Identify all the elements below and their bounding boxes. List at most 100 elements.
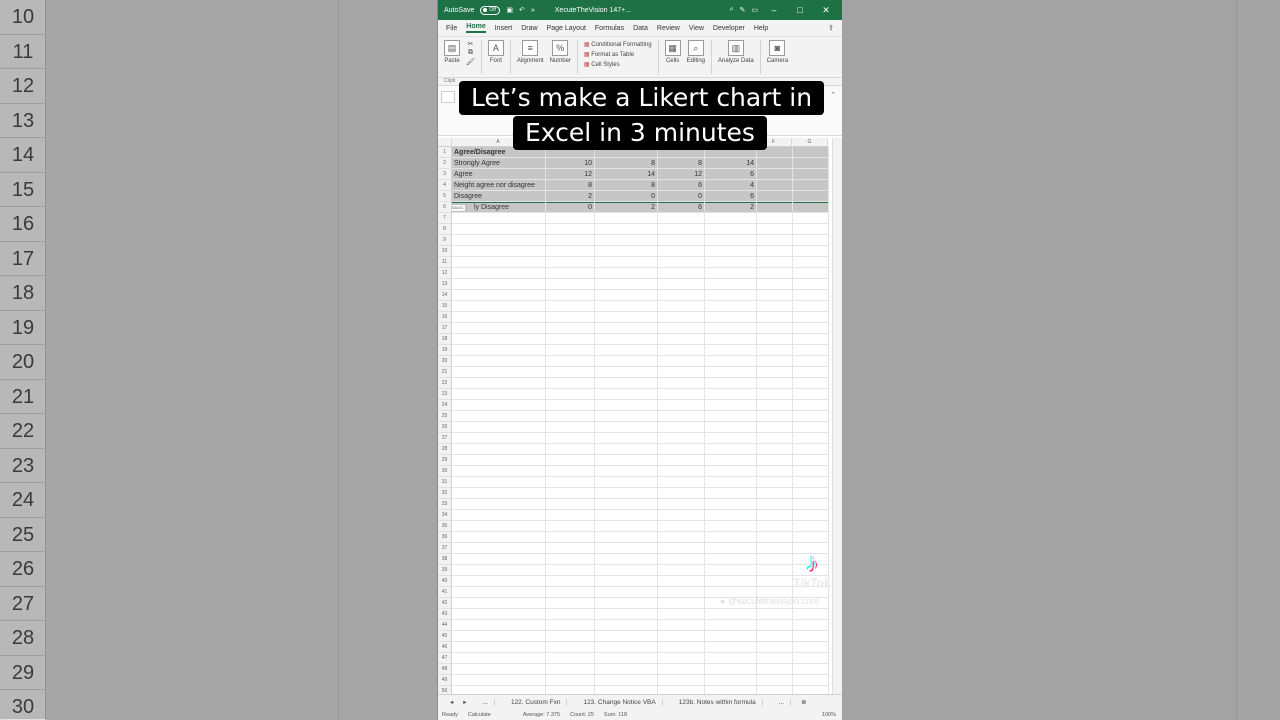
row-header[interactable]: 13 — [438, 279, 452, 290]
row-header[interactable]: 12 — [438, 268, 452, 279]
menu-review[interactable]: Review — [657, 25, 680, 32]
row-header[interactable]: 33 — [438, 499, 452, 510]
row-header[interactable]: 43 — [438, 609, 452, 620]
minimize-icon[interactable]: – — [764, 5, 784, 15]
analyze-data-button[interactable]: ▥ Analyze Data — [718, 40, 754, 64]
value-cell[interactable]: 2 — [545, 191, 594, 202]
value-cell[interactable]: 6 — [704, 169, 756, 180]
row-header[interactable]: 29 — [438, 455, 452, 466]
row-header[interactable]: 10 — [438, 246, 452, 257]
row-header[interactable]: 30 — [438, 466, 452, 477]
row-header[interactable]: 1 — [438, 147, 452, 158]
row-header[interactable]: 48 — [438, 664, 452, 675]
cells-button[interactable]: ▦ Cells — [664, 40, 681, 64]
menu-view[interactable]: View — [689, 25, 704, 32]
menu-data[interactable]: Data — [633, 25, 648, 32]
cut-icon[interactable]: ✂ — [468, 40, 474, 48]
menu-insert[interactable]: Insert — [495, 25, 513, 32]
menu-developer[interactable]: Developer — [713, 25, 745, 32]
undo-icon[interactable]: ↶ — [519, 6, 525, 14]
row-header[interactable]: 16 — [438, 312, 452, 323]
row-label-cell[interactable]: ly Disagree — [474, 202, 509, 213]
row-header[interactable]: 26 — [438, 422, 452, 433]
row-header[interactable]: 47 — [438, 653, 452, 664]
value-cell[interactable]: 8 — [594, 158, 657, 169]
value-cell[interactable]: 10 — [545, 158, 594, 169]
row-header[interactable]: 21 — [438, 367, 452, 378]
tab-prev-icon[interactable]: ◂ — [450, 698, 453, 706]
tab-overflow-left[interactable]: ... — [477, 698, 495, 706]
tab-122-custom-fxn[interactable]: 122. Custom Fxn — [505, 698, 568, 706]
value-cell[interactable]: 12 — [545, 169, 594, 180]
font-button[interactable]: A Font — [487, 40, 504, 64]
tab-123b-notes-within-formula[interactable]: 123b. Notes within formula — [673, 698, 763, 706]
menu-draw[interactable]: Draw — [521, 25, 537, 32]
row-header[interactable]: 9 — [438, 235, 452, 246]
row-header[interactable]: 45 — [438, 631, 452, 642]
zoom-level[interactable]: 100% — [822, 712, 836, 718]
search-icon[interactable]: ⌕ — [730, 6, 734, 14]
paste-button[interactable]: ▤ Paste — [444, 40, 460, 64]
row-header[interactable]: 14 — [438, 290, 452, 301]
row-header[interactable]: 15 — [438, 301, 452, 312]
row-header[interactable]: 2 — [438, 158, 452, 169]
row-header[interactable]: 8 — [438, 224, 452, 235]
value-cell[interactable]: 8 — [657, 158, 704, 169]
row-header[interactable]: 7 — [438, 213, 452, 224]
row-header[interactable]: 17 — [438, 323, 452, 334]
copy-icon[interactable]: ⧉ — [468, 49, 473, 57]
value-cell[interactable]: 6 — [704, 191, 756, 202]
save-icon[interactable]: ▣ — [506, 6, 513, 14]
format-as-table-button[interactable]: Format as Table — [584, 51, 652, 58]
value-cell[interactable]: 2 — [594, 202, 657, 213]
row-header[interactable]: 37 — [438, 543, 452, 554]
row-header[interactable]: 39 — [438, 565, 452, 576]
row-header[interactable]: 31 — [438, 477, 452, 488]
camera-button[interactable]: ◙ Camera — [767, 40, 788, 64]
share-icon[interactable]: ⇪ — [828, 24, 834, 32]
row-header[interactable]: 35 — [438, 521, 452, 532]
tab-next-icon[interactable]: ▸ — [463, 698, 466, 706]
row-header[interactable]: 44 — [438, 620, 452, 631]
value-cell[interactable]: 0 — [657, 191, 704, 202]
row-label-cell[interactable]: Agree — [454, 169, 473, 180]
row-header[interactable]: 41 — [438, 587, 452, 598]
menu-formulas[interactable]: Formulas — [595, 25, 624, 32]
collapse-ribbon-icon[interactable]: ⌃ — [830, 91, 836, 99]
maximize-icon[interactable]: □ — [790, 5, 810, 15]
menu-home[interactable]: Home — [466, 23, 486, 33]
conditional-formatting-button[interactable]: Conditional Formatting — [584, 41, 651, 48]
pen-icon[interactable]: ✎ — [740, 6, 746, 14]
tab-overflow-right[interactable]: ... — [773, 698, 792, 706]
value-cell[interactable]: 12 — [657, 169, 704, 180]
tab-123-change-notice-vba[interactable]: 123. Change Notice VBA — [577, 698, 663, 706]
vertical-scrollbar[interactable] — [832, 138, 842, 694]
value-cell[interactable]: 4 — [704, 180, 756, 191]
value-cell[interactable]: 8 — [594, 180, 657, 191]
autosave-toggle[interactable]: Off — [480, 5, 501, 15]
row-header[interactable]: 19 — [438, 345, 452, 356]
number-button[interactable]: % Number — [550, 40, 571, 64]
row-label-cell[interactable]: Disagree — [454, 191, 482, 202]
row-header[interactable]: 42 — [438, 598, 452, 609]
value-cell[interactable]: 6 — [657, 180, 704, 191]
row-header[interactable]: 28 — [438, 444, 452, 455]
row-label-cell[interactable]: Neight agree nor disagree — [454, 180, 535, 191]
value-cell[interactable]: 14 — [594, 169, 657, 180]
value-cell[interactable]: 6 — [657, 202, 704, 213]
row-header[interactable]: 18 — [438, 334, 452, 345]
row-header[interactable]: 27 — [438, 433, 452, 444]
row-header[interactable]: 40 — [438, 576, 452, 587]
menu-file[interactable]: File — [446, 25, 457, 32]
row-header[interactable]: 46 — [438, 642, 452, 653]
menu-page-layout[interactable]: Page Layout — [547, 25, 586, 32]
row-header[interactable]: 34 — [438, 510, 452, 521]
value-cell[interactable]: 14 — [704, 158, 756, 169]
clipboard-tools[interactable]: ✂ ⧉ 🖌 — [466, 40, 475, 66]
row-header[interactable]: 23 — [438, 389, 452, 400]
value-cell[interactable]: 8 — [545, 180, 594, 191]
row-header[interactable]: 6 — [438, 202, 452, 213]
add-sheet-icon[interactable]: ⊕ — [801, 698, 806, 706]
row-header[interactable]: 22 — [438, 378, 452, 389]
row-header[interactable]: 32 — [438, 488, 452, 499]
